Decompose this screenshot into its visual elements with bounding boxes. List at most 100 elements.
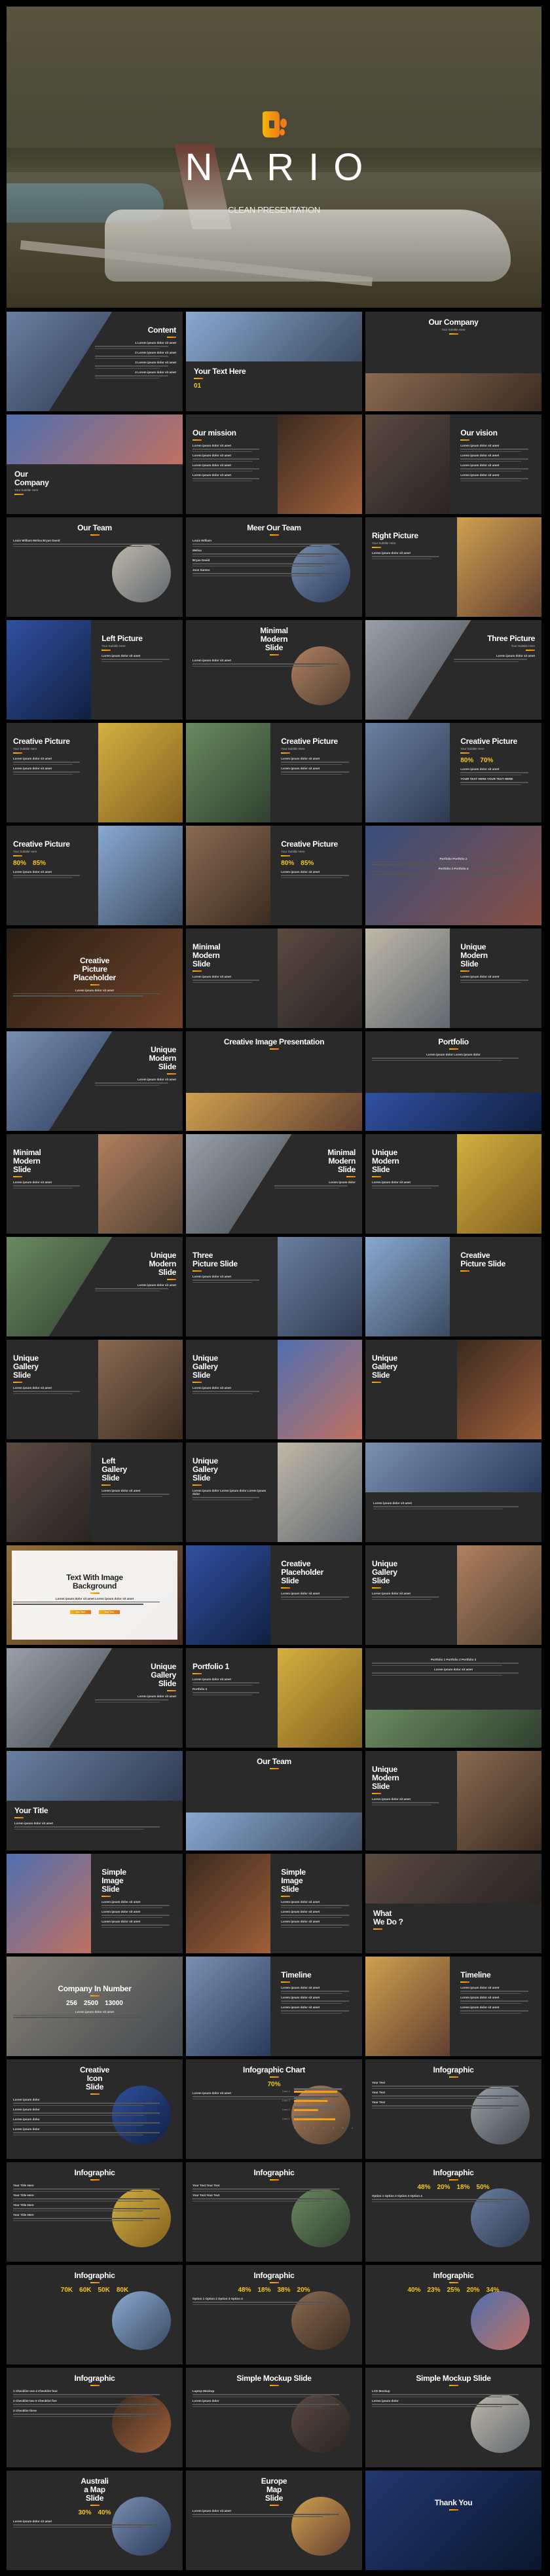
slide-thumbnail[interactable]: Infographic Your Text Your Text Your Text <box>365 2059 541 2159</box>
slide-thumbnail[interactable]: Minimal Modern Slide Lorem ipsum dolor si… <box>7 1134 183 1234</box>
slide-photo <box>186 1854 271 1953</box>
slide-thumbnail[interactable]: Portfolio Lorem ipsum dolor Lorem ipsum d… <box>365 1031 541 1131</box>
slide-thumbnail[interactable]: Portfolio 1 Lorem ipsum dolor sit amet Por… <box>186 1648 362 1748</box>
item-list: Lorem ipsum dolor sit amet <box>13 2520 176 2528</box>
slide-thumbnail[interactable]: Our Team Louis William Melisa Bryan David <box>7 517 183 617</box>
slide-thumbnail[interactable]: Creative Placeholder Slide Lorem ipsum do… <box>186 1545 362 1645</box>
slide-thumbnail[interactable]: Infographic 1 Checklist one 4 Checklist f… <box>7 2368 183 2467</box>
slide-thumbnail[interactable]: Infographic 48% 18% 38% 20% Option 1 Option 2… <box>186 2265 362 2364</box>
slide-thumbnail[interactable]: Creative Icon Slide Lorem ipsum dolor Lore… <box>7 2059 183 2159</box>
slide-thumbnail[interactable]: Unique Modern Slide Lorem ipsum dolor sit… <box>365 1134 541 1234</box>
slide-thumbnail[interactable]: Unique Modern Slide Lorem ipsum dolor sit… <box>7 1237 183 1336</box>
chart-tick-label: 6 <box>352 2126 354 2129</box>
slide-thumbnail[interactable]: Portfolio Portfolio 2 Portfolio 3 Portfol… <box>365 826 541 925</box>
slide-thumbnail[interactable]: Our vision Lorem ipsum dolor sit amet Lore… <box>365 414 541 514</box>
placeholder-text-lines <box>372 1663 535 1666</box>
slide-thumbnail[interactable]: Meer Our Team Louis William Melisa Bryan Da… <box>186 517 362 617</box>
slide-thumbnail[interactable]: Unique Gallery Slide <box>365 1340 541 1439</box>
placeholder-text-lines <box>13 993 176 997</box>
list-item: Your Text Your Text <box>192 2194 220 2197</box>
slide-thumbnail[interactable]: Unique Modern Slide Lorem ipsum dolor sit… <box>365 929 541 1028</box>
accent-bar <box>449 2179 458 2180</box>
placeholder-text-lines <box>372 556 447 559</box>
placeholder-text-lines <box>372 1672 535 1676</box>
slide-thumbnail[interactable]: Your Text Here 01 <box>186 312 362 411</box>
slide-thumbnail[interactable]: Your Title Lorem ipsum dolor sit amet <box>7 1751 183 1850</box>
item-list: Lorem ipsum dolor sit amet Lorem ipsum d… <box>13 1597 176 1605</box>
slide-thumbnail[interactable]: Timeline Lorem ipsum dolor sit amet Lorem … <box>186 1957 362 2056</box>
slide-thumbnail[interactable]: Simple Image Slide Lorem ipsum dolor sit … <box>186 1854 362 1953</box>
slide-thumbnail[interactable]: Infographic 48% 20% 18% 50% Option 1 Option 2… <box>365 2162 541 2262</box>
slide-thumbnail[interactable]: Creative Picture Your Subtitle Here Lorem … <box>186 723 362 822</box>
placeholder-text-lines <box>373 1506 535 1510</box>
slide-thumbnail[interactable]: Unique Gallery Slide Lorem ipsum dolor si… <box>7 1340 183 1439</box>
slide-thumbnail[interactable]: Infographic 70K 60K 50K 80K <box>7 2265 183 2364</box>
slide-thumbnail[interactable]: Creative Picture Your Subtitle Here Lorem … <box>7 723 183 822</box>
item-list: Laptop Mockup Lorem ipsum dolor <box>192 2389 356 2407</box>
slide-thumbnail[interactable]: Simple Mockup Slide Laptop Mockup Lorem ip… <box>186 2368 362 2467</box>
slide-thumbnail[interactable]: Infographic 40% 23% 25% 20% 34% <box>365 2265 541 2364</box>
slide-title: Creative Picture <box>13 839 70 849</box>
slide-photo <box>7 620 92 720</box>
slide-thumbnail[interactable]: Unique Gallery Slide Lorem ipsum dolor si… <box>186 1340 362 1439</box>
slide-title: Creative Image Presentation <box>223 1037 325 1046</box>
accent-bar <box>101 650 111 651</box>
placeholder-text-lines <box>372 2199 535 2202</box>
slide-thumbnail[interactable]: Unique Gallery Slide Lorem ipsum dolor Lo… <box>186 1443 362 1542</box>
slide-thumbnail[interactable]: Our Company Your Subtitle Here <box>365 312 541 411</box>
placeholder-text-lines <box>372 1802 447 1805</box>
slide-thumbnail[interactable]: Lorem ipsum dolor sit amet <box>365 1443 541 1542</box>
slide-thumbnail[interactable]: Creative Picture Slide <box>365 1237 541 1336</box>
list-item: Lorem ipsum dolor sit amet <box>372 1797 411 1801</box>
slide-thumbnail[interactable]: Infographic Your Title Here Your Title Her… <box>7 2162 183 2262</box>
accent-bar <box>269 2505 279 2506</box>
item-list: Lorem ipsum dolor sit amet <box>460 975 536 983</box>
slide-thumbnail[interactable]: Unique Modern Slide Lorem ipsum dolor sit… <box>7 1031 183 1131</box>
slide-thumbnail[interactable]: Europe Map Slide Lorem ipsum dolor sit am… <box>186 2471 362 2570</box>
slide-thumbnail[interactable]: Infographic Your Text Your Text Your Text … <box>186 2162 362 2262</box>
slide-thumbnail[interactable]: What We Do ? <box>365 1854 541 1953</box>
stat-value: 50% <box>476 2184 490 2191</box>
slide-thumbnail[interactable]: Timeline Lorem ipsum dolor sit amet Lorem … <box>365 1957 541 2056</box>
cta-button[interactable]: Your Text <box>69 1610 91 1614</box>
slide-text-block: Portfolio Lorem ipsum dolor Lorem ipsum d… <box>372 1038 535 1061</box>
slide-thumbnail[interactable]: Content 1 Lorem ipsum dolor sit amet 2 Lor… <box>7 312 183 411</box>
slide-thumbnail[interactable]: Minimal Modern Slide Lorem ipsum dolor si… <box>186 620 362 720</box>
slide-thumbnail[interactable]: Our Company Your Subtitle Here <box>7 414 183 514</box>
slide-thumbnail[interactable]: Unique Gallery Slide Lorem ipsum dolor si… <box>7 1648 183 1748</box>
slide-thumbnail[interactable]: Creative Image Presentation <box>186 1031 362 1131</box>
slide-thumbnail[interactable]: Portfolio 1 Portfolio 2 Portfolio 3 Lorem… <box>365 1648 541 1748</box>
slide-thumbnail[interactable]: Creative Picture Placeholder Lorem ipsum … <box>7 929 183 1028</box>
cta-button[interactable]: Your Text <box>98 1610 120 1614</box>
slide-thumbnail[interactable]: Right Picture Your Subtitle Here Lorem ips… <box>365 517 541 617</box>
slide-thumbnail[interactable]: Company In Number 256 2500 13000 Lorem ipsum… <box>7 1957 183 2056</box>
placeholder-text-lines <box>94 375 177 378</box>
slide-thumbnail[interactable]: Minimal Modern Slide Lorem ipsum dolor si… <box>186 929 362 1028</box>
slide-thumbnail[interactable]: Simple Mockup Slide LCD Mockup Lorem ipsum… <box>365 2368 541 2467</box>
slide-thumbnail[interactable]: Creative Picture Your Subtitle Here 80% 85%… <box>7 826 183 925</box>
slide-thumbnail[interactable]: Infographic Chart 70% Lorem ipsum dolor si… <box>186 2059 362 2159</box>
slide-thumbnail[interactable]: Our Team <box>186 1751 362 1850</box>
slide-thumbnail[interactable]: Creative Picture Your Subtitle Here 80% 85%… <box>186 826 362 925</box>
slide-thumbnail[interactable]: Three Picture Your Subtitle Here Lorem ips… <box>365 620 541 720</box>
slide-thumbnail[interactable]: Creative Picture Your Subtitle Here 80% 70%… <box>365 723 541 822</box>
slide-title: Left Picture <box>101 634 143 643</box>
slide-title: Creative Icon Slide <box>80 2065 109 2091</box>
slide-thumbnail[interactable]: Left Picture Your Subtitle Here Lorem ipsu… <box>7 620 183 720</box>
slide-text-block: Unique Gallery Slide Lorem ipsum dolor si… <box>192 1354 267 1394</box>
accent-bar <box>269 654 279 655</box>
slide-thumbnail[interactable]: Thank You <box>365 2471 541 2570</box>
placeholder-text-lines <box>192 2394 356 2397</box>
slide-thumbnail[interactable]: Unique Modern Slide Lorem ipsum dolor sit… <box>365 1751 541 1850</box>
slide-thumbnail[interactable]: Three Picture Slide Lorem ipsum dolor sit… <box>186 1237 362 1336</box>
slide-thumbnail[interactable]: Text With Image Background Lorem ipsum do… <box>7 1545 183 1645</box>
slide-thumbnail[interactable]: Left Gallery Slide Lorem ipsum dolor sit … <box>7 1443 183 1542</box>
slide-thumbnail[interactable]: Simple Image Slide Lorem ipsum dolor sit … <box>7 1854 183 1953</box>
slide-thumbnail[interactable]: Unique Gallery Slide Lorem ipsum dolor si… <box>365 1545 541 1645</box>
list-item: Melisa <box>192 549 202 552</box>
slide-thumbnail[interactable]: Minimal Modern Slide Lorem ipsum dolor <box>186 1134 362 1234</box>
item-list: Lorem ipsum dolor sit amet <box>94 1078 176 1086</box>
slide-text-block: Creative Picture Your Subtitle Here 80% 85%… <box>13 840 88 878</box>
slide-thumbnail[interactable]: Australi a Map Slide 30% 40% Lorem ipsum do… <box>7 2471 183 2570</box>
slide-thumbnail[interactable]: Our mission Lorem ipsum dolor sit amet Lor… <box>186 414 362 514</box>
